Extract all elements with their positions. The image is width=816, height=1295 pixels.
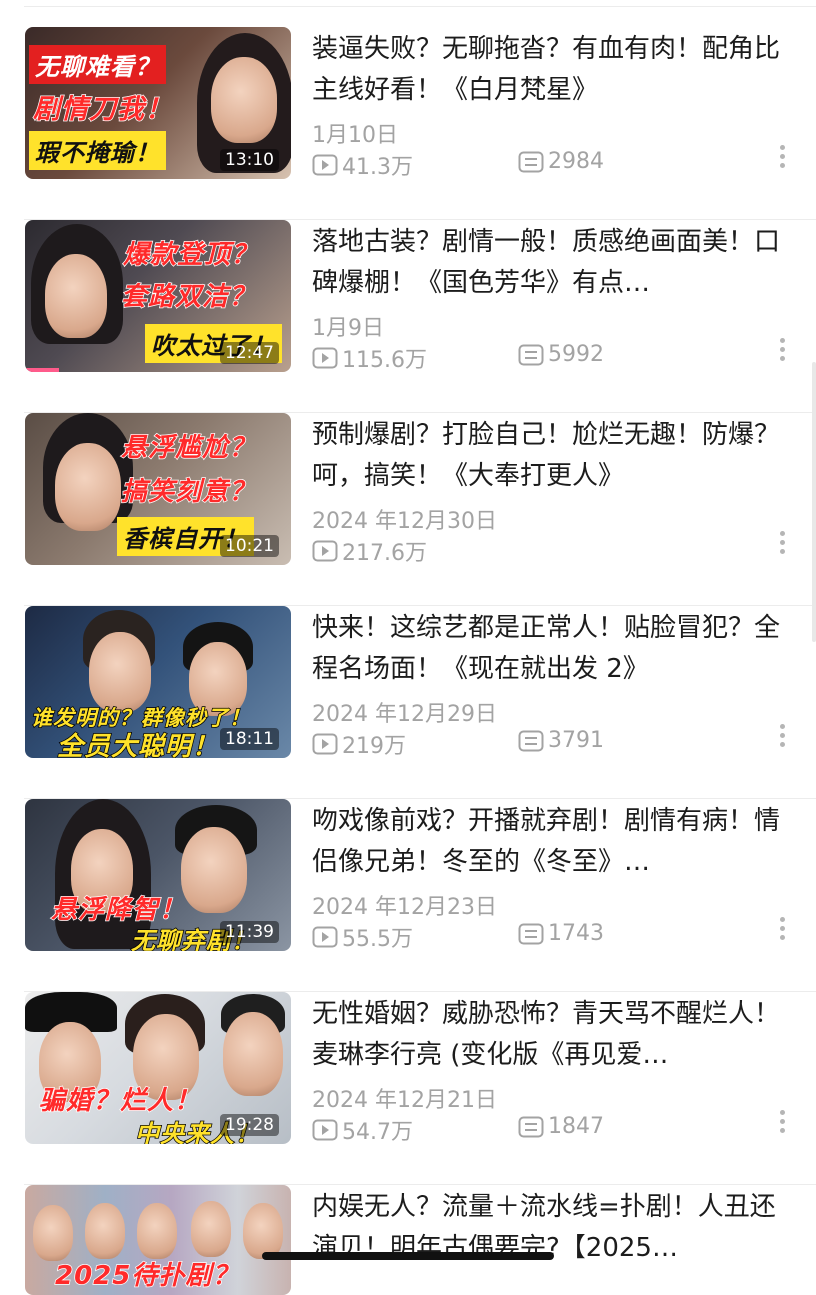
- play-count-value: 219万: [342, 734, 406, 759]
- video-thumbnail[interactable]: 爆款登顶？ 套路双洁？ 吹太过了！ 12:47: [25, 220, 291, 372]
- thumbnail-caption: 搞笑刻意？: [120, 476, 257, 508]
- play-count-icon: [312, 347, 338, 369]
- thumbnail-caption: 无聊难看？: [29, 45, 166, 84]
- play-count-value: 41.3万: [342, 155, 413, 180]
- video-duration: 18:11: [220, 728, 279, 750]
- play-count-icon: [312, 1119, 338, 1141]
- more-vertical-icon[interactable]: [776, 334, 788, 370]
- thumbnail-caption: 爆款登顶？: [122, 239, 259, 271]
- list-item[interactable]: 悬浮降智！ 无聊弃剧！ 11:39 吻戏像前戏？开播就弃剧！剧情有病！情侣像兄弟…: [0, 799, 816, 992]
- play-count: 54.7万: [312, 1114, 413, 1146]
- comment-count-value: 2984: [548, 149, 604, 174]
- video-thumbnail[interactable]: 悬浮降智！ 无聊弃剧！ 11:39: [25, 799, 291, 951]
- comment-count: 1847: [518, 1114, 604, 1139]
- play-count-icon: [312, 540, 338, 562]
- play-count: 219万: [312, 728, 406, 760]
- comment-count: 1743: [518, 921, 604, 946]
- video-thumbnail[interactable]: 悬浮尴尬？ 搞笑刻意？ 香槟自开！ 10:21: [25, 413, 291, 565]
- list-item[interactable]: 爆款登顶？ 套路双洁？ 吹太过了！ 12:47 落地古装？剧情一般！质感绝画面美…: [0, 220, 816, 413]
- comment-count-icon: [518, 730, 544, 752]
- play-count-icon: [312, 733, 338, 755]
- video-thumbnail[interactable]: 2025待扑剧？: [25, 1185, 291, 1295]
- more-vertical-icon[interactable]: [776, 1106, 788, 1142]
- video-date: 2024 年12月21日: [312, 1088, 497, 1113]
- thumbnail-caption: 瑕不掩瑜！: [29, 131, 166, 170]
- video-title[interactable]: 快来！这综艺都是正常人！贴脸冒犯？全程名场面！《现在就出发 2》: [312, 608, 790, 690]
- list-item[interactable]: 骗婚？烂人！ 中央来人！ 19:28 无性婚姻？威胁恐怖？青天骂不醒烂人！麦琳李…: [0, 992, 816, 1185]
- thumbnail-caption: 套路双洁？: [120, 281, 257, 313]
- thumbnail-caption: 全员大聪明！: [56, 731, 220, 758]
- comment-count-value: 3791: [548, 728, 604, 753]
- comment-count: 3791: [518, 728, 604, 753]
- video-title[interactable]: 吻戏像前戏？开播就弃剧！剧情有病！情侣像兄弟！冬至的《冬至》…: [312, 801, 790, 883]
- more-vertical-icon[interactable]: [776, 913, 788, 949]
- video-duration: 10:21: [220, 535, 279, 557]
- video-duration: 13:10: [220, 149, 279, 171]
- comment-count-value: 1847: [548, 1114, 604, 1139]
- comment-count-icon: [518, 151, 544, 173]
- play-count: 55.5万: [312, 921, 413, 953]
- video-title[interactable]: 预制爆剧？打脸自己！尬烂无趣！防爆？呵，搞笑！《大奉打更人》: [312, 415, 790, 497]
- video-date: 1月9日: [312, 316, 384, 341]
- watch-progress: [25, 368, 59, 372]
- video-duration: 11:39: [220, 921, 279, 943]
- more-vertical-icon[interactable]: [776, 141, 788, 177]
- video-thumbnail[interactable]: 谁发明的？群像秒了！ 全员大聪明！ 18:11: [25, 606, 291, 758]
- play-count-icon: [312, 926, 338, 948]
- video-date: 2024 年12月30日: [312, 509, 497, 534]
- list-item[interactable]: 悬浮尴尬？ 搞笑刻意？ 香槟自开！ 10:21 预制爆剧？打脸自己！尬烂无趣！防…: [0, 413, 816, 606]
- list-item[interactable]: 无聊难看？ 剧情刀我！ 瑕不掩瑜！ 13:10 装逼失败？无聊拖沓？有血有肉！配…: [0, 27, 816, 220]
- video-date: 2024 年12月23日: [312, 895, 497, 920]
- list-item[interactable]: 2025待扑剧？ 内娱无人？流量＋流水线=扑剧！人丑还演贝！明年古偶要完?【20…: [0, 1185, 816, 1295]
- play-count-value: 217.6万: [342, 541, 427, 566]
- thumbnail-caption: 剧情刀我！: [32, 93, 173, 126]
- play-count-value: 54.7万: [342, 1120, 413, 1145]
- thumbnail-caption: 2025待扑剧？: [54, 1260, 240, 1292]
- thumbnail-caption: 骗婚？烂人！: [38, 1085, 202, 1117]
- video-duration: 19:28: [220, 1114, 279, 1136]
- scrollbar[interactable]: [812, 362, 816, 642]
- top-divider: [24, 6, 816, 7]
- video-title[interactable]: 无性婚姻？威胁恐怖？青天骂不醒烂人！麦琳李行亮 (变化版《再见爱…: [312, 994, 790, 1076]
- comment-count-value: 5992: [548, 342, 604, 367]
- list-item[interactable]: 谁发明的？群像秒了！ 全员大聪明！ 18:11 快来！这综艺都是正常人！贴脸冒犯…: [0, 606, 816, 799]
- play-count-value: 115.6万: [342, 348, 427, 373]
- thumbnail-caption: 悬浮尴尬？: [120, 432, 257, 464]
- comment-count: 2984: [518, 149, 604, 174]
- video-date: 1月10日: [312, 123, 398, 148]
- home-indicator[interactable]: [262, 1252, 554, 1260]
- comment-count-icon: [518, 1116, 544, 1138]
- video-title[interactable]: 落地古装？剧情一般！质感绝画面美！口碑爆棚！《国色芳华》有点…: [312, 222, 790, 304]
- more-vertical-icon[interactable]: [776, 720, 788, 756]
- play-count: 115.6万: [312, 342, 427, 374]
- video-date: 2024 年12月29日: [312, 702, 497, 727]
- play-count: 41.3万: [312, 149, 413, 181]
- comment-count-icon: [518, 923, 544, 945]
- comment-count-value: 1743: [548, 921, 604, 946]
- video-thumbnail[interactable]: 无聊难看？ 剧情刀我！ 瑕不掩瑜！ 13:10: [25, 27, 291, 179]
- play-count-value: 55.5万: [342, 927, 413, 952]
- comment-count: 5992: [518, 342, 604, 367]
- play-count: 217.6万: [312, 535, 427, 567]
- comment-count-icon: [518, 344, 544, 366]
- video-title[interactable]: 装逼失败？无聊拖沓？有血有肉！配角比主线好看！《白月梵星》: [312, 29, 790, 111]
- more-vertical-icon[interactable]: [776, 527, 788, 563]
- video-thumbnail[interactable]: 骗婚？烂人！ 中央来人！ 19:28: [25, 992, 291, 1144]
- video-duration: 12:47: [220, 342, 279, 364]
- play-count-icon: [312, 154, 338, 176]
